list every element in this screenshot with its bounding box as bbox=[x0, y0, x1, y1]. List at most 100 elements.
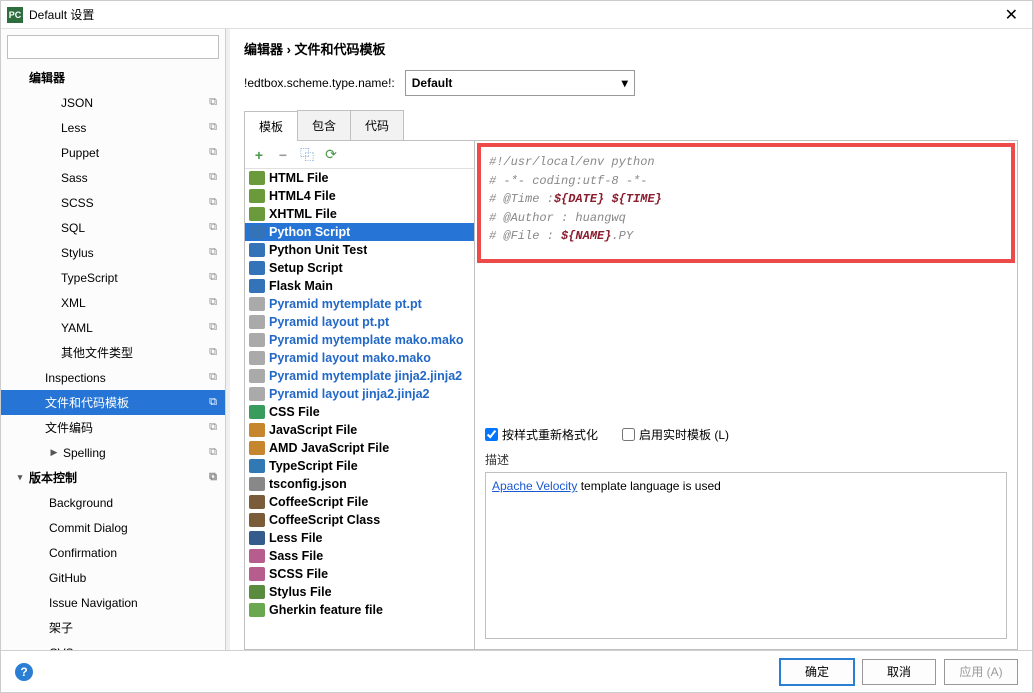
reformat-checkbox[interactable]: 按样式重新格式化 bbox=[485, 426, 598, 443]
template-item[interactable]: CSS File bbox=[245, 403, 474, 421]
file-type-icon bbox=[249, 351, 265, 365]
file-type-icon bbox=[249, 567, 265, 581]
tree-item[interactable]: XML⧉ bbox=[1, 290, 225, 315]
live-template-checkbox[interactable]: 启用实时模板 (L) bbox=[622, 426, 729, 443]
tree-item[interactable]: CVS bbox=[1, 640, 225, 650]
file-type-icon bbox=[249, 531, 265, 545]
template-item[interactable]: XHTML File bbox=[245, 205, 474, 223]
remove-icon[interactable]: − bbox=[275, 147, 291, 163]
template-item[interactable]: Pyramid layout pt.pt bbox=[245, 313, 474, 331]
tree-item-inspections[interactable]: Inspections⧉ bbox=[1, 365, 225, 390]
app-icon: PC bbox=[7, 7, 23, 23]
file-type-icon bbox=[249, 171, 265, 185]
template-item[interactable]: CoffeeScript File bbox=[245, 493, 474, 511]
ok-button[interactable]: 确定 bbox=[780, 659, 854, 685]
tree-section-vcs[interactable]: ▾版本控制⧉ bbox=[1, 465, 225, 490]
file-type-icon bbox=[249, 477, 265, 491]
template-label: Sass File bbox=[269, 549, 323, 563]
close-icon[interactable]: ✕ bbox=[997, 5, 1026, 25]
template-label: Flask Main bbox=[269, 279, 333, 293]
template-label: CoffeeScript Class bbox=[269, 513, 380, 527]
template-item[interactable]: HTML4 File bbox=[245, 187, 474, 205]
template-list[interactable]: HTML File HTML4 File XHTML File Python S… bbox=[245, 169, 474, 649]
tree-item[interactable]: SCSS⧉ bbox=[1, 190, 225, 215]
help-icon[interactable]: ? bbox=[15, 663, 33, 681]
settings-tree[interactable]: 编辑器 JSON⧉Less⧉Puppet⧉Sass⧉SCSS⧉SQL⧉Stylu… bbox=[1, 65, 225, 650]
template-item[interactable]: Stylus File bbox=[245, 583, 474, 601]
template-label: CSS File bbox=[269, 405, 320, 419]
tree-item[interactable]: 其他文件类型⧉ bbox=[1, 340, 225, 365]
description-label: 描述 bbox=[475, 451, 1017, 472]
template-item[interactable]: CoffeeScript Class bbox=[245, 511, 474, 529]
chevron-down-icon: ▾ bbox=[622, 76, 628, 90]
template-label: Setup Script bbox=[269, 261, 343, 275]
tree-item[interactable]: SQL⧉ bbox=[1, 215, 225, 240]
template-item[interactable]: Sass File bbox=[245, 547, 474, 565]
template-item[interactable]: Python Unit Test bbox=[245, 241, 474, 259]
tree-item[interactable]: Sass⧉ bbox=[1, 165, 225, 190]
template-label: HTML File bbox=[269, 171, 329, 185]
copy-icon[interactable]: ⿻ bbox=[299, 147, 315, 163]
title-bar: PC Default 设置 ✕ bbox=[1, 1, 1032, 29]
file-type-icon bbox=[249, 423, 265, 437]
tree-item[interactable]: Puppet⧉ bbox=[1, 140, 225, 165]
template-item[interactable]: tsconfig.json bbox=[245, 475, 474, 493]
add-icon[interactable]: + bbox=[251, 147, 267, 163]
template-label: Pyramid layout jinja2.jinja2 bbox=[269, 387, 429, 401]
template-item[interactable]: SCSS File bbox=[245, 565, 474, 583]
template-label: TypeScript File bbox=[269, 459, 358, 473]
tree-item[interactable]: YAML⧉ bbox=[1, 315, 225, 340]
template-item[interactable]: Pyramid mytemplate jinja2.jinja2 bbox=[245, 367, 474, 385]
template-code[interactable]: #!/usr/local/env python # -*- coding:utf… bbox=[477, 143, 1015, 263]
template-label: Pyramid mytemplate pt.pt bbox=[269, 297, 422, 311]
template-item[interactable]: TypeScript File bbox=[245, 457, 474, 475]
tree-section-editor[interactable]: 编辑器 bbox=[1, 65, 225, 90]
tree-item[interactable]: 架子 bbox=[1, 615, 225, 640]
file-type-icon bbox=[249, 189, 265, 203]
tree-item[interactable]: Commit Dialog bbox=[1, 515, 225, 540]
template-item[interactable]: Python Script bbox=[245, 223, 474, 241]
tree-item[interactable]: Less⧉ bbox=[1, 115, 225, 140]
template-label: Pyramid mytemplate jinja2.jinja2 bbox=[269, 369, 462, 383]
template-label: Stylus File bbox=[269, 585, 332, 599]
tree-item[interactable]: Issue Navigation bbox=[1, 590, 225, 615]
scheme-select[interactable]: Default▾ bbox=[405, 70, 635, 96]
template-item[interactable]: Pyramid layout jinja2.jinja2 bbox=[245, 385, 474, 403]
tab-includes[interactable]: 包含 bbox=[297, 110, 351, 140]
template-item[interactable]: Pyramid layout mako.mako bbox=[245, 349, 474, 367]
tab-templates[interactable]: 模板 bbox=[244, 111, 298, 141]
template-label: tsconfig.json bbox=[269, 477, 347, 491]
template-item[interactable]: Setup Script bbox=[245, 259, 474, 277]
tree-item[interactable]: JSON⧉ bbox=[1, 90, 225, 115]
template-item[interactable]: Less File bbox=[245, 529, 474, 547]
template-item[interactable]: JavaScript File bbox=[245, 421, 474, 439]
template-label: Python Unit Test bbox=[269, 243, 367, 257]
template-item[interactable]: Flask Main bbox=[245, 277, 474, 295]
cancel-button[interactable]: 取消 bbox=[862, 659, 936, 685]
template-item[interactable]: HTML File bbox=[245, 169, 474, 187]
file-type-icon bbox=[249, 261, 265, 275]
template-item[interactable]: Pyramid mytemplate pt.pt bbox=[245, 295, 474, 313]
tree-item[interactable]: TypeScript⧉ bbox=[1, 265, 225, 290]
tree-item-file-templates[interactable]: 文件和代码模板⧉ bbox=[1, 390, 225, 415]
window-title: Default 设置 bbox=[29, 6, 94, 23]
tree-item[interactable]: Background bbox=[1, 490, 225, 515]
settings-sidebar: 编辑器 JSON⧉Less⧉Puppet⧉Sass⧉SCSS⧉SQL⧉Stylu… bbox=[1, 29, 226, 650]
tree-item-file-encoding[interactable]: 文件编码⧉ bbox=[1, 415, 225, 440]
tab-code[interactable]: 代码 bbox=[350, 110, 404, 140]
dialog-footer: ? 确定 取消 应用 (A) bbox=[1, 650, 1032, 692]
template-item[interactable]: Pyramid mytemplate mako.mako bbox=[245, 331, 474, 349]
tree-item[interactable]: GitHub bbox=[1, 565, 225, 590]
file-type-icon bbox=[249, 603, 265, 617]
tree-item[interactable]: Stylus⧉ bbox=[1, 240, 225, 265]
template-item[interactable]: AMD JavaScript File bbox=[245, 439, 474, 457]
tree-item[interactable]: Confirmation bbox=[1, 540, 225, 565]
file-type-icon bbox=[249, 207, 265, 221]
refresh-icon[interactable]: ⟳ bbox=[323, 147, 339, 163]
apply-button[interactable]: 应用 (A) bbox=[944, 659, 1018, 685]
template-item[interactable]: Gherkin feature file bbox=[245, 601, 474, 619]
file-type-icon bbox=[249, 585, 265, 599]
search-input[interactable] bbox=[7, 35, 219, 59]
tree-item-spelling[interactable]: ▶Spelling⧉ bbox=[1, 440, 225, 465]
velocity-link[interactable]: Apache Velocity bbox=[492, 479, 577, 493]
